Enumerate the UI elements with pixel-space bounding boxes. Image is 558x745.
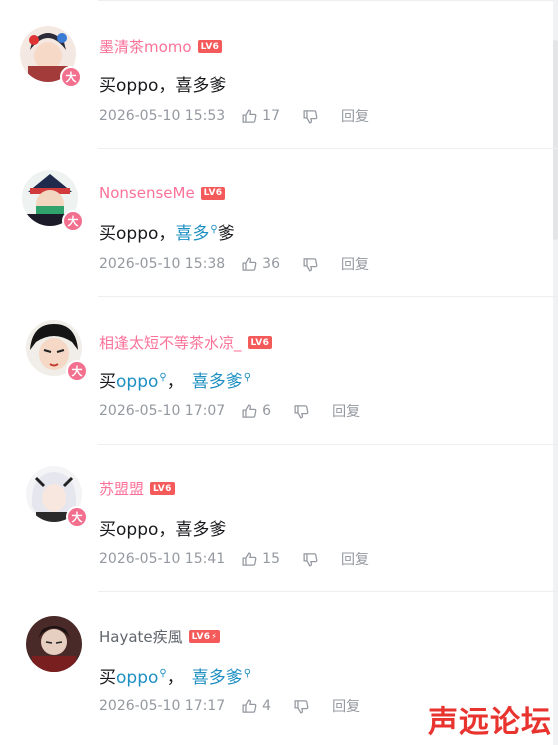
lightning-icon: ⚡ [211, 632, 218, 641]
content-text: 买 [99, 668, 116, 688]
dislike-button[interactable] [293, 698, 310, 715]
search-link[interactable]: 喜多爹 [192, 668, 243, 688]
reply-button[interactable]: 回复 [332, 696, 360, 716]
username[interactable]: Hayate疾風 [99, 626, 183, 647]
dislike-button[interactable] [302, 108, 319, 125]
content-text: ， [166, 668, 184, 688]
divider [98, 296, 558, 297]
badge-big-member: 大 [62, 210, 84, 232]
thumb-up-icon [242, 403, 257, 418]
avatar[interactable]: 大 [22, 170, 84, 232]
username[interactable]: 墨清茶momo [99, 36, 192, 57]
scrollbar-thumb[interactable] [553, 40, 558, 240]
comment-time: 2026-05-10 15:53 [99, 108, 226, 124]
username[interactable]: NonsenseMe [99, 184, 195, 202]
thumb-up-icon [242, 108, 257, 123]
comment-time: 2026-05-10 15:41 [99, 551, 226, 567]
badge-big-member: 大 [66, 360, 88, 382]
username[interactable]: 相逢太短不等茶水凉_ [99, 332, 242, 353]
like-button[interactable]: 36 [241, 256, 280, 273]
username-row: NonsenseMe LV6 [99, 184, 226, 202]
search-link[interactable]: oppo [116, 668, 158, 688]
comment-time: 2026-05-10 17:07 [99, 403, 226, 419]
username-row: 相逢太短不等茶水凉_ LV6 [99, 332, 273, 353]
username-row: 苏盟盟 LV6 [99, 478, 175, 499]
avatar[interactable]: 大 [26, 466, 88, 528]
username-row: Hayate疾風 LV6 ⚡ [99, 626, 221, 647]
comment-meta: 2026-05-10 15:53 17 回复 [99, 106, 369, 126]
level-badge: LV6 [200, 186, 226, 200]
thumb-down-icon [303, 109, 318, 124]
like-button[interactable]: 15 [241, 551, 280, 568]
like-button[interactable]: 6 [241, 403, 271, 420]
reply-button[interactable]: 回复 [341, 549, 369, 569]
comment-content: 买oppo，喜多⚲爹 [99, 219, 235, 244]
comment-content: 买oppo，喜多爹 [99, 520, 227, 540]
avatar[interactable] [26, 616, 88, 678]
like-count: 15 [262, 551, 280, 567]
comment-content: 买oppo⚲， 喜多爹⚲ [99, 663, 251, 688]
search-icon[interactable]: ⚲ [210, 224, 217, 235]
dislike-button[interactable] [302, 256, 319, 273]
comment-time: 2026-05-10 15:38 [99, 256, 226, 272]
thumb-down-icon [294, 404, 309, 419]
top-divider [98, 0, 558, 1]
level-badge: LV6 ⚡ [188, 630, 221, 643]
level-badge: LV6 [150, 482, 175, 495]
reply-button[interactable]: 回复 [341, 106, 369, 126]
search-link[interactable]: 喜多 [175, 224, 209, 244]
username-row: 墨清茶momo LV6 [99, 36, 223, 57]
comment-meta: 2026-05-10 15:38 36 回复 [99, 254, 369, 274]
thumb-down-icon [303, 552, 318, 567]
comment-time: 2026-05-10 17:17 [99, 698, 226, 714]
scrollbar[interactable] [553, 0, 558, 745]
badge-big-member: 大 [66, 506, 88, 528]
thumb-down-icon [294, 699, 309, 714]
level-badge: LV6 [197, 40, 223, 53]
search-icon[interactable]: ⚲ [159, 668, 166, 679]
thumb-up-icon [242, 551, 257, 566]
search-icon[interactable]: ⚲ [159, 372, 166, 383]
dislike-button[interactable] [302, 551, 319, 568]
comment-meta: 2026-05-10 17:17 4 回复 [99, 696, 360, 716]
search-icon[interactable]: ⚲ [244, 372, 251, 383]
dislike-button[interactable] [293, 403, 310, 420]
avatar[interactable]: 大 [20, 26, 82, 88]
username[interactable]: 苏盟盟 [99, 478, 144, 499]
thumb-up-icon [242, 698, 257, 713]
content-text: 爹 [217, 224, 235, 244]
reply-button[interactable]: 回复 [341, 254, 369, 274]
comment-meta: 2026-05-10 15:41 15 回复 [99, 549, 369, 569]
content-text: ， [166, 372, 184, 392]
level-text: LV6 [191, 631, 211, 642]
comment-content: 买oppo⚲， 喜多爹⚲ [99, 367, 251, 392]
thumb-up-icon [242, 256, 257, 271]
avatar-image [26, 616, 82, 672]
like-count: 17 [262, 108, 280, 124]
like-count: 6 [262, 403, 272, 419]
badge-big-member: 大 [60, 66, 82, 88]
like-button[interactable]: 4 [241, 698, 271, 715]
like-count: 36 [262, 256, 280, 272]
reply-button[interactable]: 回复 [332, 401, 360, 421]
like-button[interactable]: 17 [241, 108, 280, 125]
search-icon[interactable]: ⚲ [244, 668, 251, 679]
thumb-down-icon [303, 257, 318, 272]
avatar[interactable]: 大 [26, 320, 88, 382]
comment-content: 买oppo，喜多爹 [99, 76, 227, 96]
search-link[interactable]: oppo [116, 372, 158, 392]
content-text: 买oppo， [99, 224, 176, 244]
content-text: 买 [99, 372, 116, 392]
divider [98, 591, 558, 592]
divider [98, 148, 558, 149]
like-count: 4 [262, 698, 272, 714]
search-link[interactable]: 喜多爹 [192, 372, 243, 392]
level-badge: LV6 [247, 336, 273, 349]
divider [98, 444, 558, 445]
comment-meta: 2026-05-10 17:07 6 回复 [99, 401, 360, 421]
forum-watermark: 声远论坛 [428, 705, 552, 740]
